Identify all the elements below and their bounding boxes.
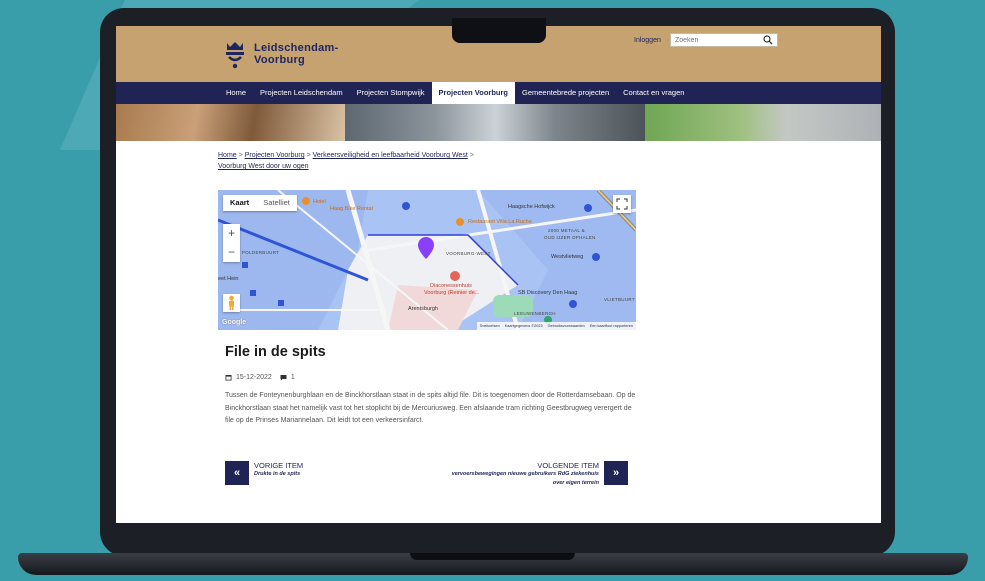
crown-logo-icon	[226, 42, 244, 69]
map-footer-report[interactable]: Een kaartfout rapporteren	[590, 322, 633, 330]
logo-line-2: Voorburg	[254, 54, 306, 66]
article-date: 15-12-2022	[236, 374, 272, 381]
previous-label: VORIGE ITEM	[254, 461, 304, 470]
map-type-satelliet[interactable]: Satelliet	[256, 195, 297, 211]
camera-notch	[452, 18, 546, 43]
map-marker-icon[interactable]	[418, 237, 434, 259]
article-comment-count[interactable]: 1	[291, 374, 295, 381]
map-label-voorburg-west: VOORBURG-WEST	[446, 251, 491, 256]
nav-item-projecten-leidschendam[interactable]: Projecten Leidschendam	[253, 82, 350, 104]
google-logo[interactable]: Google	[222, 319, 246, 326]
breadcrumb-projecten-voorburg[interactable]: Projecten Voorburg	[245, 152, 305, 159]
search-box	[670, 33, 778, 47]
search-input[interactable]	[671, 36, 761, 44]
article-meta: 15-12-2022 1	[225, 374, 295, 381]
map-label-diaconessenhuis-2: Voorburg (Reinier de...	[424, 290, 480, 296]
previous-item[interactable]: « VORIGE ITEM Drukte in de spits	[225, 461, 303, 485]
map-type-control: Kaart Satelliet	[223, 195, 297, 211]
banner-photo-leaves	[116, 104, 345, 141]
breadcrumb-separator: >	[238, 152, 243, 159]
map-footer-data: Kaartgegevens ©2023	[504, 324, 543, 328]
map-label-haag-bike: Haag Bike Rental	[330, 206, 373, 212]
nav-item-gemeentebrede-projecten[interactable]: Gemeentebrede projecten	[515, 82, 616, 104]
map-label-hotel: Hotel	[313, 199, 326, 205]
nav-item-projecten-voorburg[interactable]: Projecten Voorburg	[431, 82, 515, 104]
screen: Leidschendam- Voorburg Inloggen Home Pro…	[116, 26, 881, 523]
map-label-oud-ijzer: OUD IJZER OPHALEN	[544, 235, 596, 240]
login-link[interactable]: Inloggen	[634, 37, 661, 44]
previous-arrow-button[interactable]: «	[225, 461, 249, 485]
zoom-out-button[interactable]: −	[223, 243, 240, 262]
map-label-vlietbuurt: VLIETBUURT	[604, 297, 635, 302]
header-banner-image	[116, 104, 881, 141]
google-map[interactable]: Hotel Haag Bike Rental Restaurant Villa …	[218, 190, 636, 330]
zoom-in-button[interactable]: +	[223, 224, 240, 243]
map-label-sb-discovery: SB Discovery Den Haag	[518, 290, 578, 296]
article-title: File in de spits	[225, 344, 326, 360]
article-body: Tussen de Fonteynenburghlaan en de Binck…	[225, 392, 636, 424]
breadcrumb-separator: >	[306, 152, 311, 159]
map-label-restaurant: Restaurant Villa La Ruche	[468, 219, 532, 225]
breadcrumb: Home > Projecten Voorburg > Verkeersveil…	[218, 150, 498, 172]
site-logo[interactable]: Leidschendam- Voorburg	[224, 39, 339, 69]
previous-title[interactable]: Drukte in de spits	[254, 470, 303, 479]
map-label-diaconessenhuis: Diaconessenhuis	[430, 283, 472, 289]
next-item[interactable]: VOLGENDE ITEM vervoersbewegingen nieuwe …	[449, 461, 628, 488]
map-label-arentsburgh: Arentsburgh	[408, 306, 438, 312]
map-footer-terms[interactable]: Gebruiksvoorwaarden	[548, 322, 585, 330]
map-label-leeuwenbergh: LEEUWENBERGH	[514, 311, 556, 316]
map-label-hofwijck: Haagsche Hofwijck	[508, 204, 555, 210]
pegman-icon	[229, 295, 234, 310]
next-label: VOLGENDE ITEM	[537, 461, 599, 470]
nav-item-home[interactable]: Home	[219, 82, 253, 104]
next-arrow-button[interactable]: »	[604, 461, 628, 485]
nav-item-projecten-stompwijk[interactable]: Projecten Stompwijk	[350, 82, 432, 104]
banner-photo-road	[345, 104, 645, 141]
comment-icon	[280, 375, 287, 381]
map-footer-shortcuts[interactable]: Sneltoetsen	[480, 322, 500, 330]
map-label-metaal: 2000 METAAL &	[548, 228, 585, 233]
map-label-polderbuurt: POLDERBUURT	[242, 250, 280, 255]
map-type-kaart[interactable]: Kaart	[223, 195, 256, 211]
zoom-control: + −	[223, 224, 240, 262]
banner-photo-pavement	[645, 104, 881, 141]
map-label-westvlietweg: Westvlietweg	[551, 254, 584, 260]
main-nav: Home Projecten Leidschendam Projecten St…	[116, 82, 881, 104]
street-view-button[interactable]	[223, 294, 240, 312]
breadcrumb-current[interactable]: Voorburg West door uw ogen	[218, 163, 309, 170]
search-icon[interactable]	[761, 34, 775, 46]
breadcrumb-home[interactable]: Home	[218, 152, 237, 159]
fullscreen-button[interactable]	[613, 195, 631, 213]
nav-item-contact-en-vragen[interactable]: Contact en vragen	[616, 82, 691, 104]
next-title[interactable]: vervoersbewegingen nieuwe gebruikers RdG…	[449, 470, 599, 488]
map-label-park-hein: eet Hein	[218, 276, 239, 282]
map-footer: Sneltoetsen Kaartgegevens ©2023 Gebruiks…	[476, 322, 636, 330]
breadcrumb-verkeersveiligheid[interactable]: Verkeersveiligheid en leefbaarheid Voorb…	[313, 152, 468, 159]
fullscreen-icon	[616, 198, 628, 210]
breadcrumb-separator: >	[469, 152, 474, 159]
calendar-icon	[225, 375, 232, 381]
laptop-hinge	[410, 553, 575, 560]
logo-line-1: Leidschendam-	[254, 42, 339, 54]
